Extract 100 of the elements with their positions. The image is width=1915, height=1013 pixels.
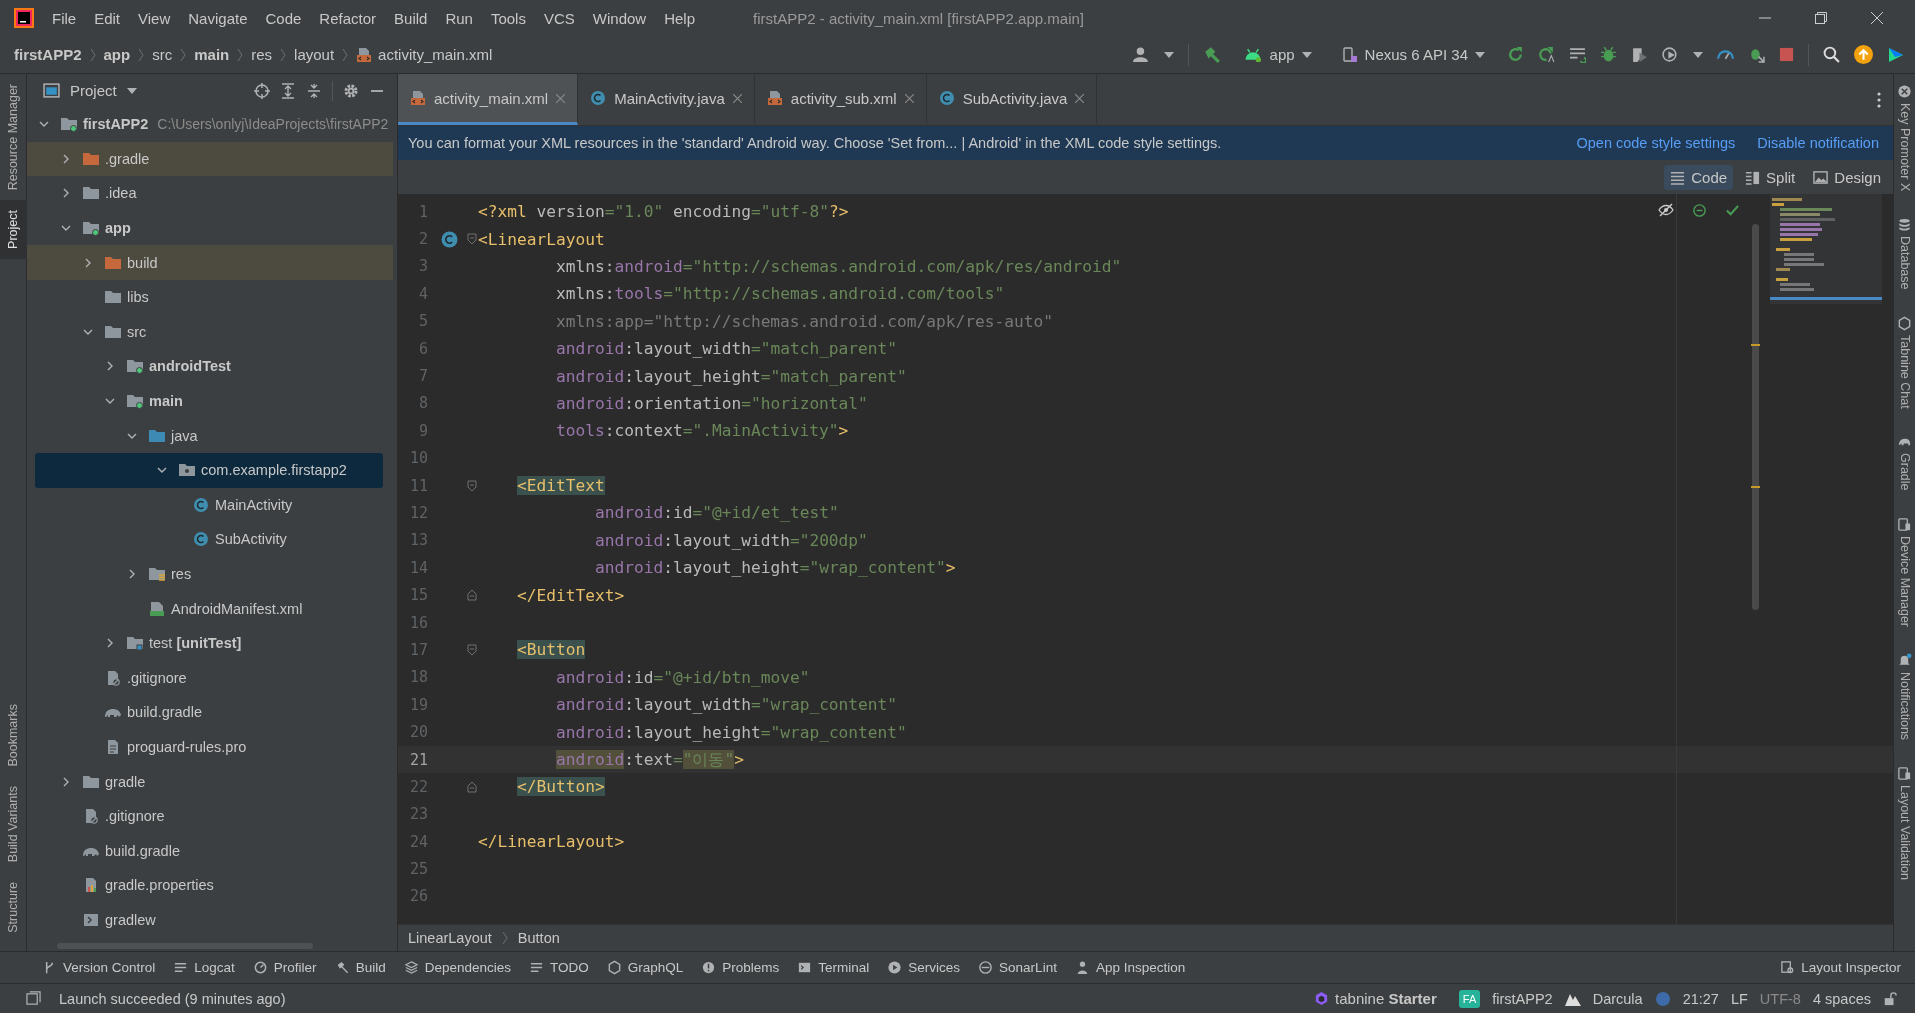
- attach-debugger-icon[interactable]: [1748, 46, 1765, 63]
- fold-icon[interactable]: [467, 643, 477, 656]
- breadcrumb-item[interactable]: app: [103, 46, 131, 63]
- chevron-right-icon[interactable]: [61, 153, 71, 164]
- menu-item[interactable]: Navigate: [188, 9, 248, 27]
- profile-icon[interactable]: [1631, 46, 1648, 63]
- update-icon[interactable]: [1854, 45, 1873, 64]
- editor-tab[interactable]: SubActivity.java: [926, 74, 1098, 125]
- fold-icon[interactable]: [467, 233, 477, 246]
- tool-window-button[interactable]: Version Control: [38, 958, 160, 977]
- breadcrumb-item[interactable]: res: [251, 46, 273, 63]
- crosshair-icon[interactable]: [254, 82, 270, 99]
- circle-icon[interactable]: [1692, 202, 1707, 218]
- search-icon[interactable]: [1823, 46, 1840, 63]
- tree-item[interactable]: .idea: [27, 176, 393, 211]
- tree-item[interactable]: gradle.properties: [27, 868, 393, 903]
- tree-item[interactable]: main: [27, 383, 393, 419]
- tree-item[interactable]: build.gradle: [27, 833, 393, 869]
- check-icon[interactable]: [1725, 202, 1740, 218]
- person-icon[interactable]: [1132, 46, 1150, 63]
- notification-link[interactable]: Open code style settings: [1576, 135, 1736, 151]
- tool-window-button[interactable]: App Inspection: [1070, 958, 1190, 977]
- toggle-panels-icon[interactable]: [26, 991, 41, 1006]
- tool-window-tab[interactable]: Bookmarks: [0, 693, 27, 777]
- chevron-right-icon[interactable]: [127, 569, 137, 579]
- chevron-right-icon[interactable]: [61, 776, 71, 787]
- tool-window-button[interactable]: Profiler: [248, 958, 321, 977]
- view-mode-button[interactable]: Design: [1807, 164, 1887, 190]
- chevron-right-icon[interactable]: [105, 361, 115, 372]
- tool-window-button[interactable]: Terminal: [793, 958, 874, 977]
- menu-item[interactable]: Build: [394, 9, 428, 27]
- settings-icon[interactable]: [343, 82, 359, 99]
- tree-item[interactable]: MainActivity: [27, 487, 393, 523]
- breadcrumb-item[interactable]: LinearLayout: [408, 930, 492, 946]
- breadcrumb-item[interactable]: activity_main.xml: [378, 46, 493, 63]
- eye-crossed-icon[interactable]: [1658, 202, 1674, 218]
- tool-window-tab[interactable]: Device Manager: [1897, 506, 1912, 643]
- line-separator[interactable]: LF: [1730, 990, 1748, 1007]
- tree-item[interactable]: com.example.firstapp2: [35, 452, 383, 488]
- tree-item[interactable]: libs: [27, 279, 393, 315]
- fold-icon[interactable]: [467, 589, 477, 602]
- tool-window-tab[interactable]: Structure: [0, 872, 27, 943]
- tool-window-tab[interactable]: Gradle: [1897, 424, 1912, 507]
- breadcrumb-item[interactable]: main: [194, 46, 230, 63]
- apply-code-changes-icon[interactable]: [1569, 46, 1586, 63]
- close-icon[interactable]: [732, 93, 742, 103]
- editor-tab[interactable]: MainActivity.java: [578, 74, 755, 125]
- view-mode-button[interactable]: Code: [1664, 164, 1734, 190]
- tree-item[interactable]: SubActivity: [27, 522, 393, 557]
- tool-window-button[interactable]: Layout Inspector: [1776, 958, 1905, 977]
- tool-window-button[interactable]: GraphQL: [602, 958, 688, 977]
- menu-item[interactable]: Code: [265, 9, 302, 27]
- chevron-right-icon[interactable]: [105, 638, 115, 649]
- expand-all-icon[interactable]: [280, 82, 296, 99]
- fold-icon[interactable]: [467, 479, 477, 492]
- menu-item[interactable]: Tools: [490, 9, 526, 27]
- unlock-icon[interactable]: [1883, 991, 1897, 1006]
- rerun-icon[interactable]: [1507, 46, 1524, 63]
- collapse-all-icon[interactable]: [306, 82, 322, 99]
- tree-item[interactable]: .gitignore: [27, 798, 393, 834]
- tool-window-tab[interactable]: Database: [1897, 207, 1912, 306]
- tool-window-button[interactable]: SonarLint: [974, 958, 1061, 977]
- more-icon[interactable]: [1877, 91, 1881, 108]
- menu-item[interactable]: Window: [592, 9, 647, 27]
- tool-window-tab[interactable]: Build Variants: [0, 776, 27, 873]
- breadcrumb-item[interactable]: firstAPP2: [14, 46, 82, 63]
- plugin-logo-icon[interactable]: [1887, 45, 1905, 64]
- tree-item[interactable]: src: [27, 314, 393, 350]
- tree-item[interactable]: app: [27, 210, 393, 246]
- breadcrumb-item[interactable]: src: [152, 46, 173, 63]
- editor-tab[interactable]: activity_main.xml: [398, 74, 579, 125]
- editor-tab[interactable]: activity_sub.xml: [754, 74, 927, 125]
- bug-icon[interactable]: [1600, 46, 1617, 63]
- tool-window-button[interactable]: TODO: [525, 958, 593, 977]
- chevron-right-icon[interactable]: [61, 188, 71, 199]
- tool-window-tab[interactable]: Tabnine Chat: [1897, 305, 1912, 425]
- menu-item[interactable]: File: [52, 9, 77, 27]
- class-icon[interactable]: [440, 230, 458, 248]
- tool-window-tab[interactable]: Resource Manager: [0, 74, 27, 201]
- scrollbar[interactable]: [1752, 224, 1759, 610]
- tree-item[interactable]: test [unitTest]: [27, 625, 393, 661]
- tree-item[interactable]: res: [27, 556, 393, 592]
- tree-item[interactable]: gradlew: [27, 902, 393, 938]
- status-message[interactable]: Launch succeeded (9 minutes ago): [59, 990, 286, 1007]
- caret-position[interactable]: 21:27: [1682, 990, 1719, 1007]
- panel-title[interactable]: Project: [70, 82, 117, 99]
- restore-icon[interactable]: [1815, 12, 1827, 24]
- notification-link[interactable]: Disable notification: [1757, 135, 1879, 151]
- tool-window-tab[interactable]: Project: [0, 200, 27, 260]
- menu-item[interactable]: Run: [445, 9, 473, 27]
- menu-item[interactable]: VCS: [543, 9, 575, 27]
- apply-changes-icon[interactable]: [1538, 46, 1555, 63]
- tree-item[interactable]: java: [27, 418, 393, 453]
- tree-item[interactable]: firstAPP2 C:\Users\onlyj\IdeaProjects\firstAPP2: [27, 107, 393, 142]
- chevron-right-icon[interactable]: [83, 257, 93, 268]
- menu-item[interactable]: Refactor: [319, 9, 377, 27]
- breadcrumb-item[interactable]: layout: [294, 46, 335, 63]
- indent-setting[interactable]: 4 spaces: [1812, 990, 1871, 1007]
- tool-window-tab[interactable]: Key Promoter X: [1897, 74, 1912, 208]
- tree-item[interactable]: build.gradle: [27, 695, 393, 730]
